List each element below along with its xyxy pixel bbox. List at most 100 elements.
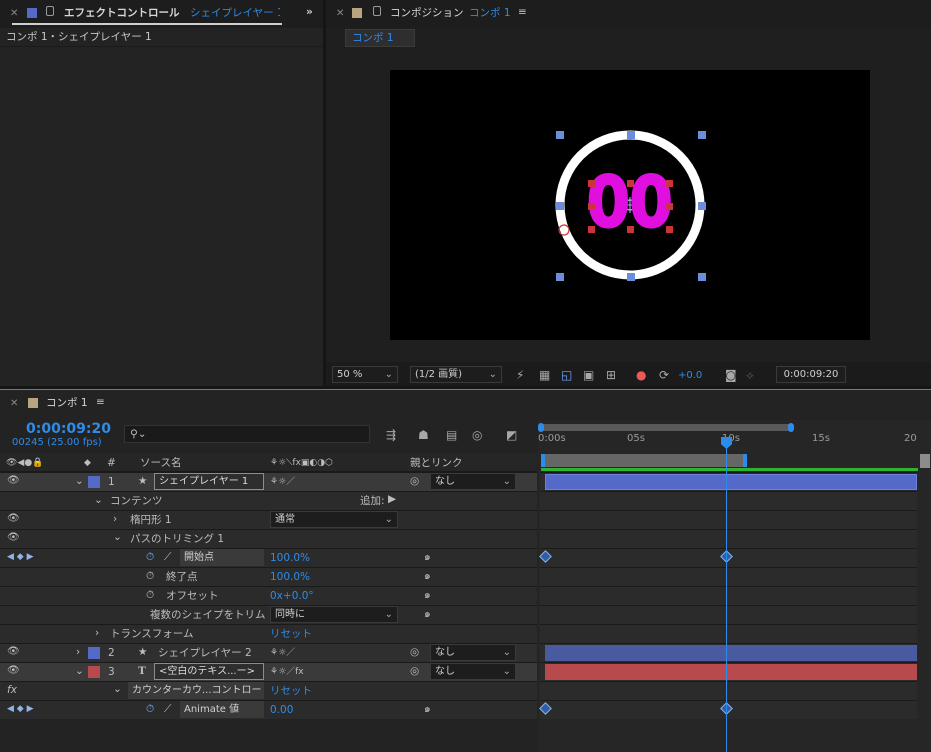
animate-property[interactable]: Animate 値: [180, 701, 264, 718]
multi-shapes-row[interactable]: [0, 605, 537, 624]
chevron-down-icon[interactable]: ⌄: [75, 474, 84, 488]
effect-controls-layer-name[interactable]: シェイプレイヤー 1: [190, 6, 280, 20]
pickwhip-icon[interactable]: ◎: [410, 645, 419, 659]
trim-paths-row[interactable]: [0, 529, 537, 548]
expression-icon[interactable]: ๑: [424, 588, 431, 602]
motion-blur-icon[interactable]: ◩: [506, 428, 517, 442]
frame-blending-icon[interactable]: ◎: [472, 428, 482, 442]
layer-3-duration-bar[interactable]: [545, 664, 917, 680]
parent-dropdown[interactable]: なし ⌄: [430, 663, 516, 680]
ellipse-row[interactable]: [0, 510, 537, 529]
stopwatch-icon[interactable]: ⏱: [146, 550, 154, 564]
pickwhip-icon[interactable]: ◎: [410, 664, 419, 678]
blend-mode-dropdown[interactable]: 通常 ⌄: [270, 511, 398, 528]
transform-handle[interactable]: [698, 273, 706, 281]
parent-dropdown[interactable]: なし ⌄: [430, 473, 516, 490]
text-transform-handle[interactable]: [627, 226, 634, 233]
chevron-down-icon[interactable]: ⌄: [75, 664, 84, 678]
expression-icon[interactable]: ๑: [424, 569, 431, 583]
lock-icon[interactable]: [373, 6, 381, 16]
navigator-right-handle[interactable]: [788, 423, 794, 432]
transform-row[interactable]: [0, 624, 537, 643]
transform-handle[interactable]: [627, 131, 635, 139]
snapshot-camera-icon[interactable]: ◙: [725, 368, 737, 382]
keyframe-nav-icons[interactable]: ◀ ◆ ▶: [7, 550, 34, 564]
layer-switches[interactable]: ⚘☼／: [270, 646, 295, 660]
parent-dropdown[interactable]: なし ⌄: [430, 644, 516, 661]
trim-multiple-dropdown[interactable]: 同時に ⌄: [270, 606, 398, 623]
graph-icon[interactable]: ⟋: [164, 550, 171, 564]
start-value[interactable]: 100.0%: [270, 551, 310, 565]
layer-search-input[interactable]: [124, 425, 370, 443]
timeline-tab-label[interactable]: コンポ 1: [46, 396, 88, 410]
close-icon[interactable]: ✕: [10, 8, 18, 19]
time-navigator-bar[interactable]: [540, 424, 792, 431]
start-row[interactable]: [0, 548, 537, 567]
layer-switches[interactable]: ⚘☼／: [270, 475, 295, 489]
composition-name[interactable]: コンポ 1: [469, 6, 511, 20]
chevron-right-icon[interactable]: ›: [95, 626, 99, 640]
start-property[interactable]: 開始点: [180, 549, 264, 566]
fx-icon[interactable]: fx: [7, 683, 17, 697]
panel-menu-chevron-icon[interactable]: »: [306, 5, 313, 19]
transform-handle[interactable]: [698, 202, 706, 210]
current-time-indicator-line[interactable]: [726, 446, 727, 752]
exposure-value[interactable]: +0.0: [678, 369, 702, 383]
composition-title[interactable]: コンポジション: [390, 6, 464, 20]
text-transform-handle[interactable]: [666, 226, 673, 233]
text-transform-handle[interactable]: [666, 180, 673, 187]
animate-value-row[interactable]: [0, 700, 537, 719]
grid-guides-icon[interactable]: ⊞: [606, 368, 616, 382]
graph-icon[interactable]: ⟋: [164, 702, 171, 716]
fast-preview-icon[interactable]: ⚡: [516, 368, 524, 382]
chevron-down-icon[interactable]: ⌄: [113, 530, 122, 544]
comp-marker-icon[interactable]: [920, 454, 930, 468]
contents-row[interactable]: [0, 491, 537, 510]
transform-handle[interactable]: [627, 273, 635, 281]
layer-name-box[interactable]: シェイプレイヤー 1: [154, 473, 264, 490]
layer-2-duration-bar[interactable]: [545, 645, 917, 661]
end-row[interactable]: [0, 567, 537, 586]
show-snapshot-icon[interactable]: ⟡: [746, 368, 754, 382]
column-source-name[interactable]: ソース名: [140, 456, 181, 470]
comp-flowchart-icon[interactable]: ⇶: [386, 428, 396, 442]
counter-reset-link[interactable]: リセット: [270, 684, 312, 698]
hide-shy-layers-icon[interactable]: ▤: [446, 428, 457, 442]
exposure-reset-icon[interactable]: ⟳: [659, 368, 669, 382]
layer-name-box[interactable]: <空白のテキス...ー>: [154, 663, 264, 680]
layer-label-color[interactable]: [88, 666, 100, 678]
keyframe-nav-icons[interactable]: ◀ ◆ ▶: [7, 702, 34, 716]
text-transform-handle[interactable]: [588, 180, 595, 187]
layer-1-duration-bar[interactable]: [545, 474, 917, 490]
draft-3d-icon[interactable]: ☗: [418, 428, 429, 442]
end-value[interactable]: 100.0%: [270, 570, 310, 584]
lock-icon[interactable]: [46, 6, 54, 16]
zoom-dropdown[interactable]: 50 % ⌄: [332, 366, 398, 383]
region-of-interest-icon[interactable]: ▣: [583, 368, 594, 382]
text-transform-handle[interactable]: [588, 203, 595, 210]
text-transform-handle[interactable]: [666, 203, 673, 210]
eye-icon[interactable]: 👁: [7, 512, 20, 526]
transparency-grid-icon[interactable]: ▦: [539, 368, 550, 382]
stopwatch-icon[interactable]: ⏱: [146, 588, 154, 602]
navigator-left-handle[interactable]: [538, 423, 544, 432]
channel-icon[interactable]: ●: [636, 368, 646, 382]
text-transform-handle[interactable]: [588, 226, 595, 233]
transform-handle[interactable]: [556, 273, 564, 281]
close-icon[interactable]: ✕: [10, 398, 18, 409]
resolution-dropdown[interactable]: (1/2 画質) ⌄: [410, 366, 502, 383]
chevron-down-icon[interactable]: ⌄: [94, 493, 103, 507]
stopwatch-icon[interactable]: ⏱: [146, 569, 154, 583]
expression-icon[interactable]: ๑: [424, 607, 431, 621]
eye-icon[interactable]: 👁: [7, 664, 20, 678]
layer-label-color[interactable]: [88, 647, 100, 659]
layer-name[interactable]: シェイプレイヤー 2: [158, 646, 252, 660]
pickwhip-icon[interactable]: ◎: [410, 474, 419, 488]
chevron-down-icon[interactable]: ⌄: [113, 682, 122, 696]
stopwatch-icon[interactable]: ⏱: [146, 702, 154, 716]
chevron-right-icon[interactable]: ›: [113, 512, 117, 526]
hamburger-menu-icon[interactable]: ≡: [96, 395, 105, 409]
layer-switches[interactable]: ⚘☼／fx: [270, 665, 304, 679]
add-label[interactable]: 追加:: [360, 494, 385, 508]
layer-label-color[interactable]: [88, 476, 100, 488]
